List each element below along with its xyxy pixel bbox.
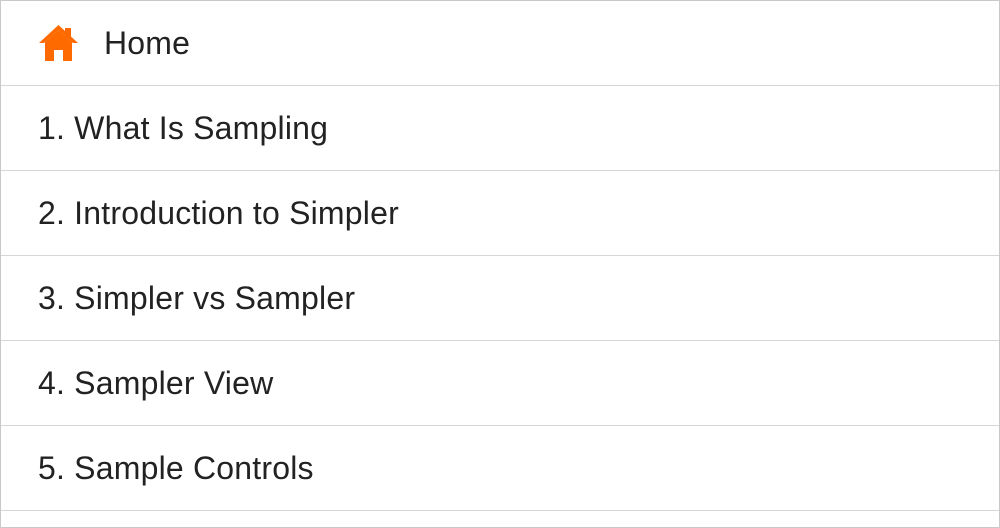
menu-item-home[interactable]: Home [1,1,999,86]
menu-item-simpler-vs-sampler[interactable]: 3. Simpler vs Sampler [1,256,999,341]
menu-item-label: 4. Sampler View [38,364,274,401]
home-label: Home [104,24,191,61]
menu-item-label: 3. Simpler vs Sampler [38,279,356,316]
menu-item-label: 2. Introduction to Simpler [38,194,399,231]
menu-panel: Home 1. What Is Sampling 2. Introduction… [0,0,1000,528]
menu-item-label: 1. What Is Sampling [38,109,329,146]
menu-item-what-is-sampling[interactable]: 1. What Is Sampling [1,86,999,171]
menu-item-sampler-view[interactable]: 4. Sampler View [1,341,999,426]
home-icon [39,25,78,61]
menu-item-introduction-to-simpler[interactable]: 2. Introduction to Simpler [1,171,999,256]
menu-item-label: 5. Sample Controls [38,449,314,486]
menu-item-sample-controls[interactable]: 5. Sample Controls [1,426,999,511]
chapter-list: Home 1. What Is Sampling 2. Introduction… [1,1,999,511]
